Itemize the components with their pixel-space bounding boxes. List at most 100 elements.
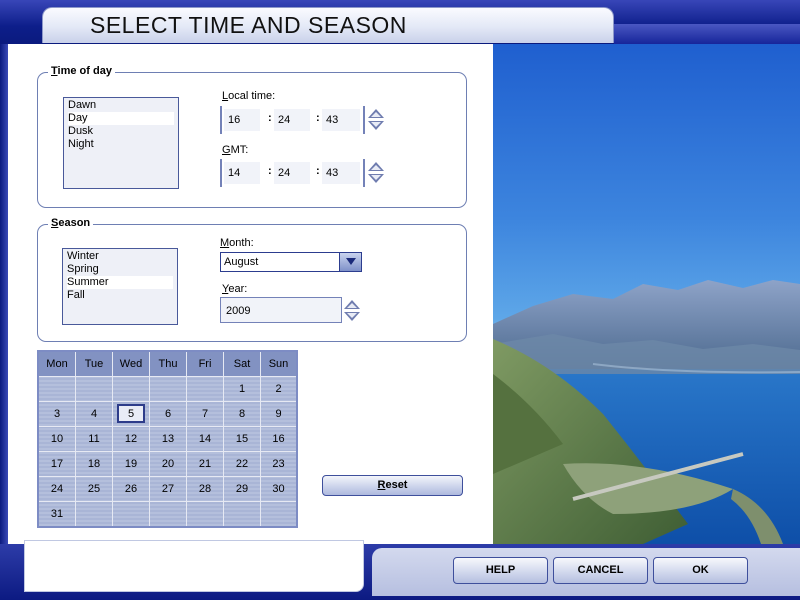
list-item-fall[interactable]: Fall	[67, 289, 173, 302]
calendar-day-label: 27	[161, 483, 175, 495]
gmt-label: GMT:	[222, 144, 249, 156]
calendar-day[interactable]: 19	[113, 451, 150, 476]
calendar-day-label: 24	[50, 483, 64, 495]
calendar-day-label: 31	[50, 508, 64, 520]
calendar-day[interactable]: 17	[39, 451, 76, 476]
list-item-day[interactable]: Day	[68, 112, 174, 125]
increment-arrow-icon[interactable]	[368, 109, 384, 118]
calendar-day[interactable]: 9	[261, 401, 296, 426]
calendar-day[interactable]: 18	[76, 451, 113, 476]
year-stepper	[342, 297, 362, 325]
settings-panel: Time of day Dawn Day Dusk Night Local ti…	[8, 44, 493, 544]
local-time-label: Local time:	[222, 90, 276, 102]
calendar-day[interactable]: 8	[224, 401, 261, 426]
time-separator: :	[268, 112, 272, 124]
year-field[interactable]: 2009	[220, 297, 342, 323]
scenery-landscape	[493, 280, 800, 544]
calendar-day[interactable]: 10	[39, 426, 76, 451]
calendar-day-label: 30	[272, 483, 285, 495]
season-list[interactable]: Winter Spring Summer Fall	[62, 248, 178, 325]
calendar-day[interactable]: 16	[261, 426, 296, 451]
cancel-button[interactable]: CANCEL	[553, 557, 648, 584]
calendar-day[interactable]: 7	[187, 401, 224, 426]
calendar-day[interactable]: 2	[261, 376, 296, 401]
calendar-day-label: 17	[50, 458, 64, 470]
calendar-day[interactable]: 30	[261, 476, 296, 501]
calendar-day[interactable]: 25	[76, 476, 113, 501]
calendar-day[interactable]: 6	[150, 401, 187, 426]
calendar-day-label: 20	[161, 458, 175, 470]
calendar-day-label: 11	[88, 433, 100, 445]
calendar-day[interactable]: 29	[224, 476, 261, 501]
calendar-day[interactable]: 13	[150, 426, 187, 451]
calendar-day-label: 14	[198, 433, 212, 445]
list-item-summer[interactable]: Summer	[67, 276, 173, 289]
ok-button[interactable]: OK	[653, 557, 748, 584]
calendar-empty-cell	[113, 501, 150, 526]
calendar-day[interactable]: 11	[76, 426, 113, 451]
calendar-day[interactable]: 23	[261, 451, 296, 476]
decrement-arrow-icon[interactable]	[368, 174, 384, 183]
calendar-day-label: 7	[201, 408, 209, 420]
local-time-seconds[interactable]: 43	[322, 109, 360, 131]
calendar-day[interactable]: 15	[224, 426, 261, 451]
calendar-day-label: 19	[124, 458, 138, 470]
calendar-day[interactable]: 26	[113, 476, 150, 501]
time-of-day-legend: Time of day	[48, 65, 115, 77]
list-item-night[interactable]: Night	[68, 138, 174, 151]
time-separator: :	[268, 165, 272, 177]
calendar-day[interactable]: 24	[39, 476, 76, 501]
list-item-dusk[interactable]: Dusk	[68, 125, 174, 138]
calendar-day-label: 28	[198, 483, 212, 495]
calendar-day[interactable]: 20	[150, 451, 187, 476]
year-label: Year:	[222, 283, 248, 295]
calendar-day[interactable]: 3	[39, 401, 76, 426]
calendar-header-thu: Thu	[150, 352, 187, 376]
time-of-day-list[interactable]: Dawn Day Dusk Night	[63, 97, 179, 189]
calendar-day[interactable]: 28	[187, 476, 224, 501]
list-item-winter[interactable]: Winter	[67, 250, 173, 263]
local-time-hours[interactable]: 16	[224, 109, 260, 131]
calendar-day[interactable]: 1	[224, 376, 261, 401]
calendar-day-label: 23	[272, 458, 285, 470]
local-time-minutes[interactable]: 24	[274, 109, 310, 131]
calendar-grid: Mon Tue Wed Thu Fri Sat Sun 1 2 3 4 5 6 7 8 9 10 1…	[37, 350, 298, 528]
calendar-day-label: 25	[87, 483, 101, 495]
help-button[interactable]: HELP	[453, 557, 548, 584]
decrement-arrow-icon[interactable]	[368, 121, 384, 130]
calendar-empty-cell	[76, 501, 113, 526]
calendar-day[interactable]: 12	[113, 426, 150, 451]
status-panel	[24, 540, 364, 592]
calendar-header-mon: Mon	[39, 352, 76, 376]
increment-arrow-icon[interactable]	[344, 300, 360, 309]
dropdown-button[interactable]	[339, 253, 361, 271]
season-legend: Season	[48, 217, 94, 229]
calendar-day[interactable]: 21	[187, 451, 224, 476]
calendar-day[interactable]: 5	[113, 401, 150, 426]
decrement-arrow-icon[interactable]	[344, 312, 360, 321]
calendar-day[interactable]: 14	[187, 426, 224, 451]
reset-button[interactable]: Reset	[322, 475, 463, 496]
calendar-day-label: 12	[124, 433, 138, 445]
calendar-day-label: 6	[164, 408, 172, 420]
gmt-stepper	[366, 159, 386, 187]
gmt-hours[interactable]: 14	[224, 162, 260, 184]
month-dropdown[interactable]: August	[220, 252, 362, 272]
gmt-seconds[interactable]: 43	[322, 162, 360, 184]
time-separator: :	[316, 112, 320, 124]
calendar-day[interactable]: 31	[39, 501, 76, 526]
scenery-preview-image	[493, 44, 800, 544]
calendar-day[interactable]: 4	[76, 401, 113, 426]
list-item-spring[interactable]: Spring	[67, 263, 173, 276]
gmt-minutes[interactable]: 24	[274, 162, 310, 184]
year-value: 2009	[226, 305, 251, 317]
list-item-dawn[interactable]: Dawn	[68, 99, 174, 112]
calendar-header-wed: Wed	[113, 352, 150, 376]
calendar-day[interactable]: 27	[150, 476, 187, 501]
increment-arrow-icon[interactable]	[368, 162, 384, 171]
title-bar-extension	[614, 24, 800, 44]
calendar-day-label: 8	[238, 408, 246, 420]
month-label: Month:	[220, 237, 254, 249]
calendar-day[interactable]: 22	[224, 451, 261, 476]
calendar-day-label: 9	[275, 408, 282, 420]
